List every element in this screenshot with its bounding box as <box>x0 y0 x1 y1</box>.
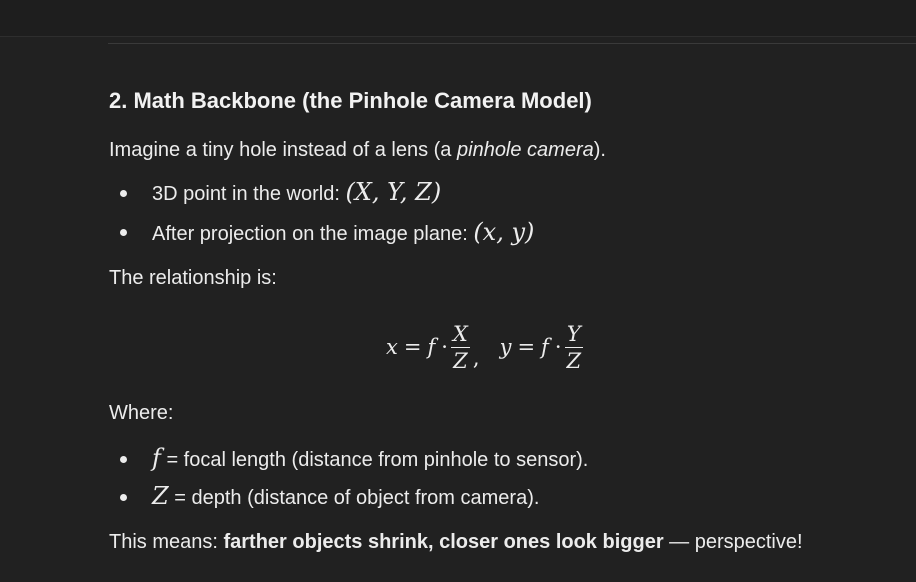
conclusion-prefix: This means: <box>109 531 224 553</box>
conclusion-paragraph: This means: farther objects shrink, clos… <box>109 531 803 554</box>
section-divider <box>108 43 916 44</box>
eq-equals: = <box>403 335 422 359</box>
top-bar <box>0 0 916 37</box>
list-item-text: f = focal length (distance from pinhole … <box>152 444 588 472</box>
definition-text: = focal length (distance from pinhole to… <box>160 449 589 471</box>
bullet-icon <box>120 229 127 236</box>
list-item-text: After projection on the image plane: (x,… <box>152 218 534 246</box>
fraction-numerator: X <box>452 321 468 346</box>
definition-text: = depth (distance of object from camera)… <box>168 487 540 509</box>
point-label: 3D point in the world: <box>152 183 346 205</box>
eq-f: f <box>427 335 436 359</box>
bullet-icon <box>120 456 127 463</box>
fraction-x-over-z: X Z <box>450 321 470 374</box>
eq-equals: = <box>517 335 536 359</box>
conclusion-bold: farther objects shrink, closer ones look… <box>223 531 664 553</box>
fraction-denominator: Z <box>566 348 582 373</box>
bullet-icon <box>120 494 127 501</box>
eq-f: f <box>541 335 549 359</box>
intro-emphasis: pinhole camera <box>457 139 594 161</box>
projection-equation: x = f · X Z , y = f · Y Z <box>386 316 586 378</box>
fraction-denominator: Z <box>453 348 468 373</box>
fraction-y-over-z: Y Z <box>564 321 584 374</box>
section-heading: 2. Math Backbone (the Pinhole Camera Mod… <box>109 88 592 113</box>
eq-lhs-x: x <box>386 335 398 359</box>
eq-dot: · <box>441 335 448 359</box>
definition-symbol: Z <box>152 482 169 510</box>
intro-suffix: ). <box>593 139 606 161</box>
definition-symbol: f <box>152 444 161 472</box>
eq-dot: · <box>554 335 562 359</box>
point-math: (x, y) <box>473 218 535 246</box>
conclusion-suffix: — perspective! <box>663 531 803 553</box>
list-item-text: 3D point in the world: (X, Y, Z) <box>152 178 441 206</box>
point-label: After projection on the image plane: <box>152 223 474 245</box>
eq-lhs-y: y <box>499 335 512 359</box>
list-item-text: Z = depth (distance of object from camer… <box>152 482 539 510</box>
bullet-icon <box>120 190 127 197</box>
where-label: Where: <box>109 402 174 424</box>
intro-paragraph: Imagine a tiny hole instead of a lens (a… <box>109 139 606 162</box>
fraction-numerator: Y <box>566 321 581 346</box>
intro-prefix: Imagine a tiny hole instead of a lens (a <box>109 139 457 161</box>
point-math: (X, Y, Z) <box>345 178 442 206</box>
eq-separator: , <box>472 346 480 370</box>
relationship-label: The relationship is: <box>109 267 277 289</box>
